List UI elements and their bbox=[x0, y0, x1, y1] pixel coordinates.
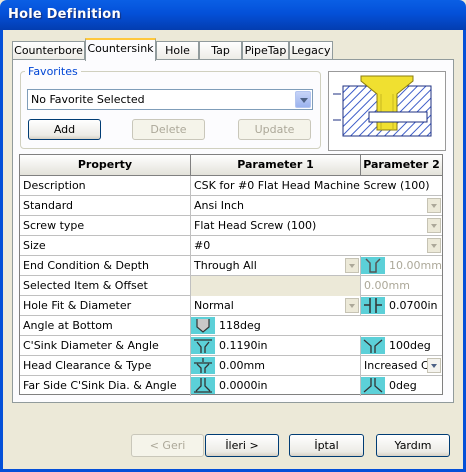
csink-angle-value: 100deg bbox=[389, 339, 431, 352]
grid-header-row: Property Parameter 1 Parameter 2 bbox=[20, 155, 442, 176]
screw-type-select[interactable]: Flat Head Screw (100) bbox=[191, 216, 442, 236]
chevron-down-icon[interactable] bbox=[427, 358, 441, 373]
bottom-angle-value: 118deg bbox=[219, 319, 261, 332]
clearance-type-select[interactable]: Increased C' bbox=[361, 356, 442, 376]
clearance-type-value: Increased C' bbox=[364, 359, 432, 372]
description-value[interactable]: CSK for #0 Flat Head Machine Screw (100) bbox=[191, 176, 442, 196]
selected-item-field[interactable] bbox=[191, 276, 361, 296]
chevron-down-icon[interactable] bbox=[345, 298, 359, 313]
property-cell: End Condition & Depth bbox=[20, 256, 191, 276]
delete-favorite-button[interactable]: Delete bbox=[132, 119, 205, 140]
back-button[interactable]: < Geri bbox=[131, 434, 204, 457]
window-title: Hole Definition bbox=[8, 7, 121, 22]
csink-diameter-icon bbox=[191, 337, 215, 354]
countersink-section-icon bbox=[333, 75, 432, 137]
next-button[interactable]: İleri > bbox=[205, 434, 279, 457]
table-row: Size #0 bbox=[20, 236, 442, 256]
tab-countersink[interactable]: Countersink bbox=[85, 38, 156, 61]
tab-label: PipeTap bbox=[244, 44, 287, 57]
table-row: Description CSK for #0 Flat Head Machine… bbox=[20, 176, 442, 196]
end-condition-value: Through All bbox=[194, 259, 257, 272]
property-grid: Property Parameter 1 Parameter 2 Descrip… bbox=[19, 154, 443, 396]
csink-angle-icon bbox=[361, 337, 385, 354]
chevron-down-icon[interactable] bbox=[427, 238, 441, 253]
csink-angle-field[interactable]: 100deg bbox=[361, 336, 442, 356]
table-row: Far Side C'Sink Dia. & Angle 0.0000in 0d… bbox=[20, 376, 442, 396]
property-cell: Head Clearance & Type bbox=[20, 356, 191, 376]
far-side-diameter-icon bbox=[191, 377, 215, 394]
property-cell: Angle at Bottom bbox=[20, 316, 191, 336]
chevron-down-icon[interactable] bbox=[345, 258, 359, 273]
property-cell: Screw type bbox=[20, 216, 191, 236]
title-bar[interactable]: Hole Definition bbox=[0, 0, 466, 30]
help-button[interactable]: Yardım bbox=[376, 434, 450, 457]
property-cell: Far Side C'Sink Dia. & Angle bbox=[20, 376, 191, 396]
diameter-icon bbox=[361, 297, 385, 314]
property-cell: Standard bbox=[20, 196, 191, 216]
bottom-angle-field[interactable]: 118deg bbox=[191, 316, 442, 336]
chevron-down-icon[interactable] bbox=[427, 218, 441, 233]
table-row: Head Clearance & Type 0.00mm Increased C… bbox=[20, 356, 442, 376]
property-cell: Selected Item & Offset bbox=[20, 276, 191, 296]
depth-field[interactable]: 10.00mm bbox=[361, 256, 442, 276]
offset-value[interactable]: 0.00mm bbox=[361, 276, 442, 296]
size-select[interactable]: #0 bbox=[191, 236, 442, 256]
head-clearance-value: 0.00mm bbox=[219, 359, 265, 372]
far-side-diameter-value: 0.0000in bbox=[219, 379, 268, 392]
property-cell: Description bbox=[20, 176, 191, 196]
table-row: Standard Ansi Inch bbox=[20, 196, 442, 216]
favorites-selected-value: No Favorite Selected bbox=[31, 93, 145, 106]
favorites-legend: Favorites bbox=[25, 65, 81, 78]
table-row: C'Sink Diameter & Angle 0.1190in 100deg bbox=[20, 336, 442, 356]
tab-tap[interactable]: Tap bbox=[199, 41, 242, 60]
far-side-angle-field[interactable]: 0deg bbox=[361, 376, 442, 396]
end-condition-select[interactable]: Through All bbox=[191, 256, 361, 276]
header-parameter-2: Parameter 2 bbox=[361, 155, 442, 176]
hole-diameter-value: 0.0700in bbox=[389, 299, 438, 312]
far-side-diameter-field[interactable]: 0.0000in bbox=[191, 376, 361, 396]
head-clearance-icon bbox=[191, 357, 215, 374]
table-row: Hole Fit & Diameter Normal 0.0700in bbox=[20, 296, 442, 316]
tab-legacy[interactable]: Legacy bbox=[289, 41, 333, 60]
tab-hole[interactable]: Hole bbox=[156, 41, 199, 60]
hole-fit-value: Normal bbox=[194, 299, 234, 312]
size-value: #0 bbox=[194, 239, 211, 252]
depth-value: 10.00mm bbox=[389, 259, 442, 272]
chevron-down-icon[interactable] bbox=[295, 91, 311, 108]
table-row: End Condition & Depth Through All 10.00m… bbox=[20, 256, 442, 276]
tab-counterbore[interactable]: Counterbore bbox=[12, 41, 85, 60]
hole-diameter-field[interactable]: 0.0700in bbox=[361, 296, 442, 316]
add-favorite-button[interactable]: Add bbox=[28, 119, 101, 140]
tab-label: Countersink bbox=[87, 42, 154, 55]
tab-label: Legacy bbox=[291, 44, 331, 57]
cancel-button[interactable]: İptal bbox=[289, 434, 364, 457]
table-row: Screw type Flat Head Screw (100) bbox=[20, 216, 442, 236]
property-cell: C'Sink Diameter & Angle bbox=[20, 336, 191, 356]
far-side-angle-icon bbox=[361, 377, 385, 394]
chevron-down-icon[interactable] bbox=[427, 198, 441, 213]
far-side-angle-value: 0deg bbox=[389, 379, 417, 392]
drill-angle-icon bbox=[191, 317, 215, 334]
header-property: Property bbox=[20, 155, 191, 176]
tab-label: Counterbore bbox=[14, 44, 83, 57]
hole-preview-image bbox=[328, 71, 446, 151]
property-cell: Size bbox=[20, 236, 191, 256]
csink-diameter-field[interactable]: 0.1190in bbox=[191, 336, 361, 356]
screw-type-value: Flat Head Screw (100) bbox=[194, 219, 317, 232]
property-cell: Hole Fit & Diameter bbox=[20, 296, 191, 316]
tab-label: Tap bbox=[211, 44, 230, 57]
update-favorite-button[interactable]: Update bbox=[238, 119, 311, 140]
depth-icon bbox=[361, 257, 385, 274]
hole-fit-select[interactable]: Normal bbox=[191, 296, 361, 316]
table-row: Selected Item & Offset 0.00mm bbox=[20, 276, 442, 296]
favorites-dropdown[interactable]: No Favorite Selected bbox=[27, 89, 313, 110]
standard-value: Ansi Inch bbox=[194, 199, 245, 212]
csink-diameter-value: 0.1190in bbox=[219, 339, 268, 352]
header-parameter-1: Parameter 1 bbox=[191, 155, 361, 176]
head-clearance-field[interactable]: 0.00mm bbox=[191, 356, 361, 376]
table-row: Angle at Bottom 118deg bbox=[20, 316, 442, 336]
standard-select[interactable]: Ansi Inch bbox=[191, 196, 442, 216]
tab-label: Hole bbox=[165, 44, 190, 57]
tab-pipetap[interactable]: PipeTap bbox=[242, 41, 289, 60]
